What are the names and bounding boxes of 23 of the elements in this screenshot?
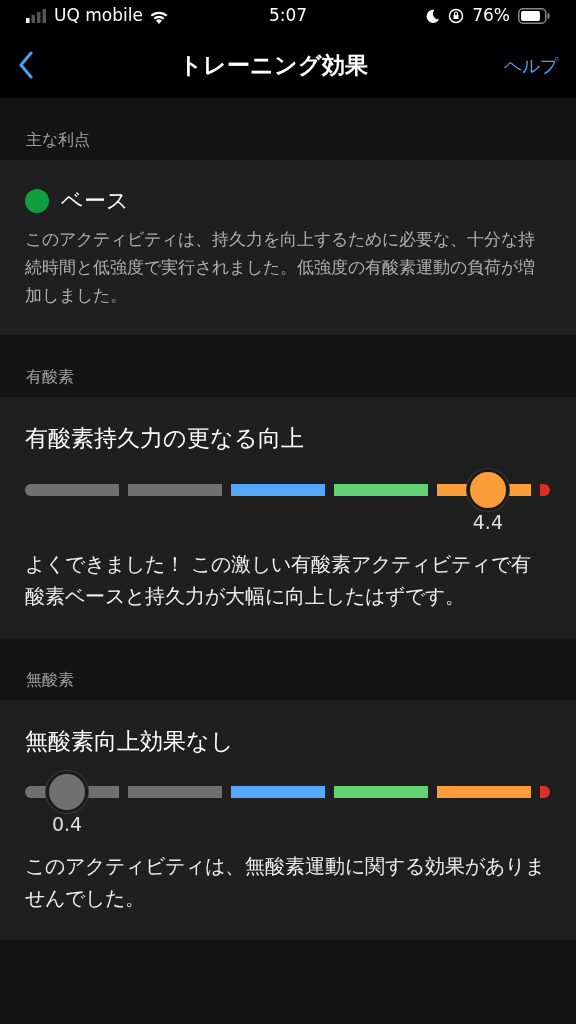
battery-percent: 76% — [472, 4, 510, 28]
rotation-lock-icon — [448, 8, 465, 24]
back-chevron-icon — [18, 51, 34, 79]
scale-segment — [540, 786, 550, 798]
benefit-description: このアクティビティは、持久力を向上するために必要な、十分な持続時間と低強度で実行されました。低強度の有酸素運動の負荷が増加しました。 — [25, 228, 536, 307]
help-button[interactable]: ヘルプ — [504, 51, 558, 79]
section-header: 無酸素 — [26, 668, 74, 691]
effect-description: このアクティビティは、無酸素運動に関する効果がありませんでした。 — [25, 853, 546, 912]
scale-segment — [540, 483, 550, 496]
effect-value: 0.4 — [51, 812, 83, 837]
effect-title: 有酸素持久力の更なる向上 — [25, 425, 304, 451]
effect-value: 4.4 — [472, 509, 503, 535]
signal-icon — [26, 9, 48, 23]
section-header: 有酸素 — [26, 366, 74, 388]
effect-title: 無酸素向上効果なし — [25, 727, 234, 754]
page-title: トレーニング効果 — [178, 51, 368, 78]
benefit-title: ベース — [61, 187, 129, 215]
moon-icon — [425, 8, 441, 24]
battery-icon — [518, 8, 550, 24]
carrier-name: UQ mobile — [54, 4, 143, 28]
effect-description: よくできました！ この激しい有酸素アクティビティで有酸素ベースと持久力が大幅に向上したはずです。 — [25, 550, 533, 610]
section-header: 主な利点 — [26, 129, 90, 151]
clock-time: 5:07 — [268, 5, 308, 26]
